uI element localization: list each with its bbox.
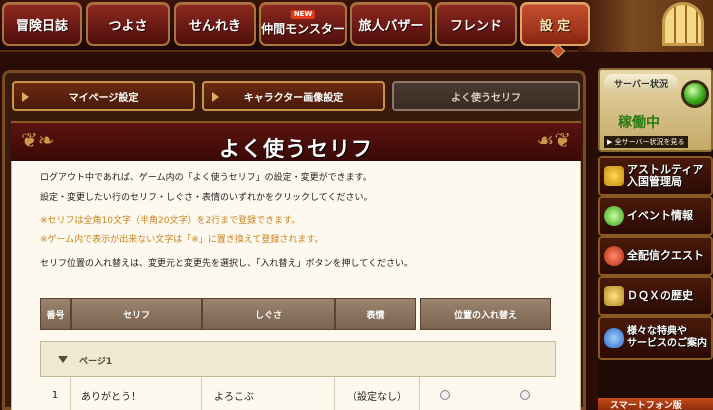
- content-area: ログアウト中であれば、ゲーム内の「よく使うセリフ」の設定・変更ができます。 設定…: [11, 161, 581, 410]
- gesture-cell[interactable]: よろこぶ: [202, 377, 335, 410]
- tab-label: せんれき: [188, 18, 241, 34]
- description-text: 設定・変更したい行のセリフ・しぐさ・表情のいずれかをクリックしてください。: [40, 193, 373, 203]
- tab-label: 仲間モンスター: [261, 21, 345, 36]
- subtab-frequent-phrases[interactable]: よく使うセリフ: [392, 81, 580, 111]
- page-group-label: ページ1: [79, 357, 113, 367]
- column-header-swap: 位置の入れ替え: [420, 298, 551, 330]
- history-icon: [604, 286, 624, 306]
- button-label: アストルティア 入国管理局: [627, 164, 703, 188]
- tab-label: フレンド: [449, 18, 502, 34]
- server-status-value: 稼働中: [618, 115, 660, 131]
- page-title: よく使うセリフ: [219, 137, 373, 161]
- triangle-down-icon: [58, 356, 68, 363]
- swap-cell: [420, 377, 556, 410]
- expression-cell[interactable]: （設定なし）: [335, 377, 420, 410]
- status-orb-icon: [681, 80, 709, 108]
- services-guide-button[interactable]: 様々な特典や サービスのご案内: [598, 316, 713, 360]
- tab-bazaar[interactable]: 旅人バザー: [350, 2, 432, 46]
- row-number: 1: [40, 377, 71, 410]
- arched-window-decoration: [662, 2, 704, 46]
- tab-monster-companions[interactable]: NEW 仲間モンスター: [259, 2, 347, 46]
- tab-label: つよさ: [108, 18, 148, 34]
- column-header-gesture: しぐさ: [202, 298, 335, 330]
- button-label: 全配信クエスト: [627, 249, 704, 262]
- subtab-mypage-settings[interactable]: マイページ設定: [12, 81, 195, 111]
- label-line: サービスのご案内: [627, 338, 707, 349]
- swap-target-radio[interactable]: [520, 390, 530, 400]
- label-line: 入国管理局: [627, 175, 682, 188]
- page-group-toggle[interactable]: ページ1: [40, 341, 556, 377]
- arrow-right-icon: [212, 92, 219, 102]
- phrase-cell[interactable]: ありがとう！: [71, 377, 202, 410]
- table-row: 1 ありがとう！ よろこぶ （設定なし）: [40, 377, 556, 410]
- column-header-phrase: セリフ: [71, 298, 202, 330]
- main-panel: マイページ設定 キャラクター画像設定 よく使うセリフ ❦❧ ☙❦ よく使うセリフ…: [2, 70, 586, 410]
- tab-friends[interactable]: フレンド: [435, 2, 517, 46]
- subtab-label: キャラクター画像設定: [243, 92, 344, 104]
- subtab-label: よく使うセリフ: [451, 92, 521, 104]
- column-header-expression: 表情: [335, 298, 416, 330]
- event-icon: [604, 206, 624, 226]
- new-badge: NEW: [290, 10, 316, 19]
- button-label: イベント情報: [627, 209, 693, 222]
- tab-label: 設 定: [539, 18, 571, 34]
- button-label: 様々な特典や サービスのご案内: [627, 326, 707, 350]
- immigration-office-button[interactable]: アストルティア 入国管理局: [598, 156, 713, 196]
- description-text: ログアウト中であれば、ゲーム内の「よく使うセリフ」の設定・変更ができます。: [40, 173, 372, 183]
- tab-label: 旅人バザー: [358, 18, 424, 34]
- event-info-button[interactable]: イベント情報: [598, 196, 713, 236]
- column-header-number: 番号: [40, 298, 71, 330]
- note-text: ※ゲーム内で表示が出来ない文字は「※」に置き換えて登録されます。: [40, 235, 324, 245]
- server-status-label: サーバー状況: [604, 74, 678, 92]
- arrow-right-icon: [22, 92, 29, 102]
- subtab-label: マイページ設定: [68, 92, 139, 104]
- right-sidebar: サーバー状況 稼働中 ▶ 全サーバー状況を見る アストルティア 入国管理局 イベ…: [598, 68, 713, 410]
- quest-icon: [604, 246, 624, 266]
- swap-source-radio[interactable]: [440, 390, 450, 400]
- all-quests-button[interactable]: 全配信クエスト: [598, 236, 713, 276]
- all-server-status-link[interactable]: ▶ 全サーバー状況を見る: [604, 136, 688, 148]
- dqx-history-button[interactable]: ＤＱＸの歴史: [598, 276, 713, 316]
- tab-status[interactable]: つよさ: [86, 2, 170, 46]
- tab-adventure-log[interactable]: 冒険日誌: [2, 2, 82, 46]
- lamp-icon: [604, 166, 624, 186]
- label-line: 様々な特典や: [627, 326, 687, 337]
- smartphone-version-button[interactable]: スマートフォン版: [598, 398, 713, 410]
- note-text: ※セリフは全角10文字（半角20文字）を2行まで登録できます。: [40, 216, 301, 226]
- button-label: ＤＱＸの歴史: [627, 289, 693, 302]
- subtab-character-image[interactable]: キャラクター画像設定: [202, 81, 385, 111]
- slime-icon: [604, 328, 624, 348]
- tab-settings[interactable]: 設 定: [520, 2, 590, 46]
- active-tab-indicator-icon: [550, 43, 566, 59]
- tab-history[interactable]: せんれき: [174, 2, 256, 46]
- description-text: セリフ位置の入れ替えは、変更元と変更先を選択し、「入れ替え」ボタンを押してくださ…: [40, 259, 413, 269]
- tab-label: 冒険日誌: [15, 18, 68, 34]
- top-navigation: 冒険日誌 つよさ せんれき NEW 仲間モンスター 旅人バザー フレンド 設 定: [0, 0, 713, 59]
- server-status-panel: サーバー状況 稼働中 ▶ 全サーバー状況を見る: [598, 68, 713, 152]
- title-banner: ❦❧ ☙❦ よく使うセリフ: [11, 121, 581, 161]
